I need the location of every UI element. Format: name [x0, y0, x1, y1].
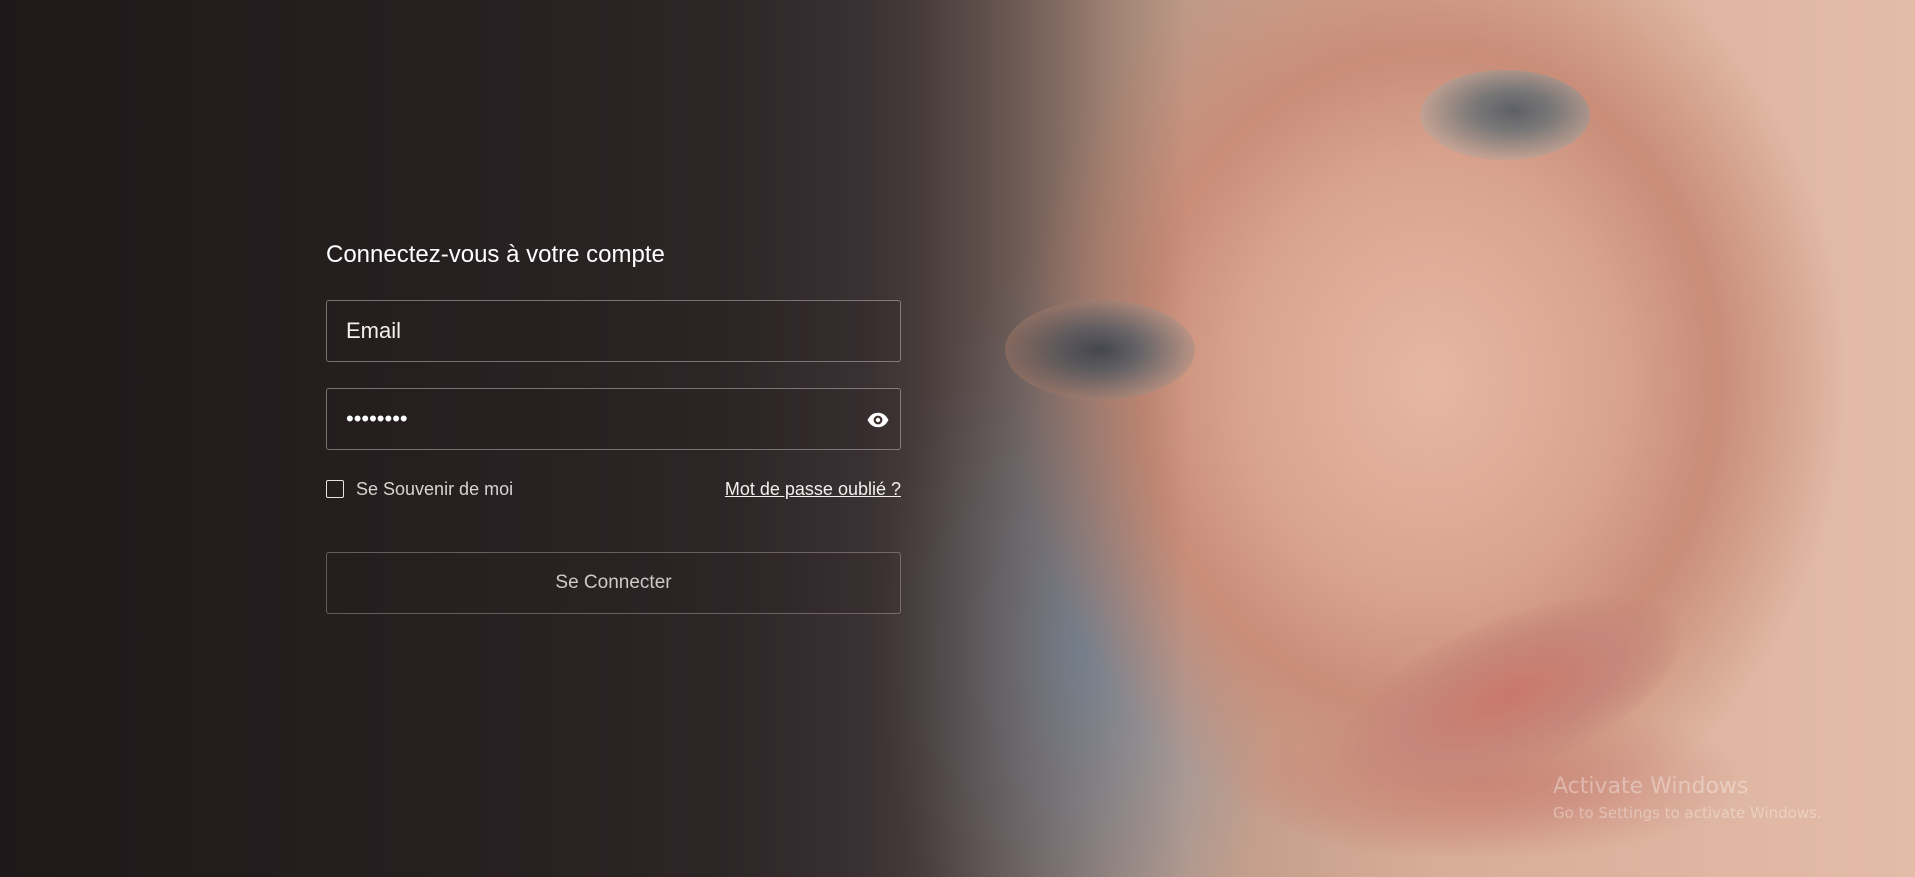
remember-label: Se Souvenir de moi: [356, 478, 514, 499]
login-form: Connectez-vous à votre compte Se Souveni…: [326, 236, 901, 614]
remember-checkbox[interactable]: [326, 480, 344, 498]
forgot-password-link[interactable]: Mot de passe oublié ?: [725, 479, 901, 500]
login-title: Connectez-vous à votre compte: [326, 241, 665, 268]
eye-icon[interactable]: [866, 408, 890, 432]
options-row: Se Souvenir de moi Mot de passe oublié ?: [326, 474, 901, 504]
email-input[interactable]: [327, 301, 900, 361]
login-page: Connectez-vous à votre compte Se Souveni…: [0, 0, 1915, 877]
windows-activation-watermark: Activate Windows Go to Settings to activ…: [1553, 773, 1822, 825]
email-field-container: [326, 300, 901, 362]
password-field-container: [326, 388, 901, 450]
remember-me[interactable]: Se Souvenir de moi: [326, 479, 513, 500]
login-button[interactable]: Se Connecter: [326, 552, 901, 614]
password-input[interactable]: [327, 389, 900, 449]
watermark-subtitle: Go to Settings to activate Windows.: [1553, 804, 1822, 822]
dark-overlay: [0, 0, 1915, 877]
watermark-title: Activate Windows: [1553, 774, 1749, 799]
